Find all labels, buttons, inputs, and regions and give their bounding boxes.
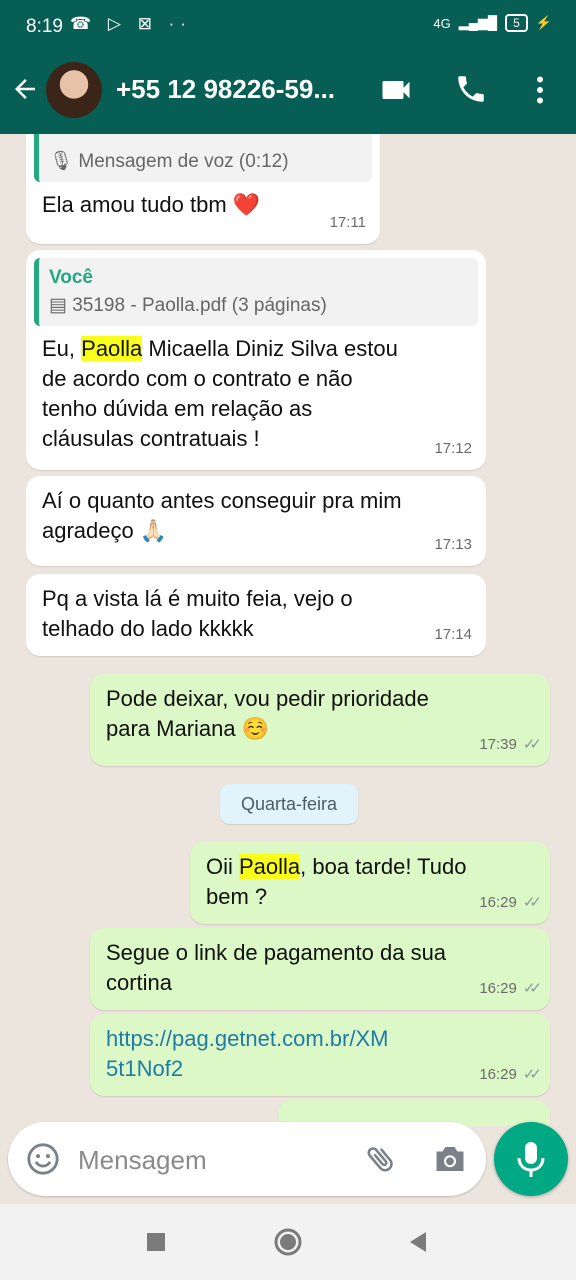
message-bubble-outgoing[interactable]: https://pag.getnet.com.br/XM5t1Nof2 16:2… (90, 1014, 550, 1096)
message-time: 17:14 (434, 626, 472, 643)
status-bar: 8:19 ☎ ▷ ⊠ ·· 4G ▂▄▆█ 5 ⚡ (0, 0, 576, 56)
network-label: 4G (433, 15, 451, 31)
day-divider: Quarta-feira (220, 784, 358, 824)
battery-icon: 5 (505, 14, 528, 32)
message-time: 16:29 (479, 980, 517, 997)
message-bubble[interactable]: Você ▤ 35198 - Paolla.pdf (3 páginas) Eu… (26, 250, 486, 470)
message-time: 16:29 (479, 894, 517, 911)
message-bubble[interactable]: Pq a vista lá é muito feia, vejo o telha… (26, 574, 486, 656)
contact-name[interactable]: +55 12 98226-59... (116, 74, 335, 105)
message-time: 17:39 (479, 736, 517, 753)
signal-icon: ▂▄▆█ (458, 15, 498, 30)
message-text: Aí o quanto antes conseguir pra mim agra… (42, 488, 402, 543)
quoted-voice-label: Mensagem de voz (0:12) (78, 151, 289, 172)
highlighted-name: Paolla (81, 336, 143, 361)
message-time: 17:13 (434, 536, 472, 553)
quoted-message[interactable]: Você ▤ 35198 - Paolla.pdf (3 páginas) (34, 258, 478, 326)
double-check-icon: ✓✓ (522, 736, 542, 753)
message-list[interactable]: 🎙 Mensagem de voz (0:12) Ela amou tudo t… (0, 134, 576, 1126)
quoted-author (49, 134, 362, 148)
message-text: Pq a vista lá é muito feia, vejo o telha… (42, 586, 353, 641)
payment-link[interactable]: https://pag.getnet.com.br/XM5t1Nof2 (106, 1024, 534, 1084)
mic-small-icon: 🎙 (49, 151, 74, 172)
video-call-icon[interactable] (378, 72, 418, 112)
back-arrow-icon[interactable] (10, 74, 40, 111)
nav-home-icon[interactable] (272, 1226, 304, 1258)
message-time: 17:12 (434, 440, 472, 457)
emoji-icon[interactable] (26, 1142, 60, 1176)
status-notification-icons: ☎ ▷ ⊠ ·· (70, 14, 192, 33)
quoted-message[interactable]: 🎙 Mensagem de voz (0:12) (34, 134, 372, 182)
chat-header: +55 12 98226-59... (0, 56, 576, 134)
camera-icon[interactable] (432, 1142, 470, 1176)
message-time: 16:29 (479, 1066, 517, 1083)
message-bubble-outgoing[interactable]: Segue o link de pagamento da sua cortina… (90, 928, 550, 1010)
message-composer (8, 1122, 486, 1196)
quoted-document-label: 35198 - Paolla.pdf (3 páginas) (72, 295, 327, 316)
nav-back-icon[interactable] (402, 1226, 434, 1258)
mic-button[interactable] (494, 1122, 568, 1196)
double-check-icon: ✓✓ (522, 894, 542, 911)
status-time: 8:19 (26, 16, 63, 37)
message-bubble[interactable]: 🎙 Mensagem de voz (0:12) Ela amou tudo t… (26, 134, 380, 244)
message-text: Ela amou tudo tbm ❤️ (42, 192, 261, 217)
message-input[interactable] (76, 1140, 340, 1180)
message-text: Segue o link de pagamento da sua cortina (106, 940, 447, 995)
quoted-author: Você (49, 267, 94, 288)
system-nav-bar (0, 1204, 576, 1280)
status-right: 4G ▂▄▆█ 5 ⚡ (433, 14, 552, 32)
attach-icon[interactable] (364, 1142, 398, 1176)
phone-icon[interactable] (454, 72, 494, 112)
highlighted-name: Paolla (239, 854, 301, 879)
mic-icon (517, 1142, 545, 1177)
double-check-icon: ✓✓ (522, 980, 542, 997)
document-icon: ▤ (49, 295, 67, 316)
charging-icon: ⚡ (535, 15, 552, 30)
message-time: 17:11 (329, 214, 366, 231)
double-check-icon: ✓✓ (522, 1066, 542, 1083)
nav-recents-icon[interactable] (140, 1226, 172, 1258)
message-bubble-outgoing[interactable]: Oii Paolla, boa tarde! Tudo bem ? 16:29 ✓… (190, 842, 550, 924)
message-text: Eu, Paolla Micaella Diniz Silva estou de… (42, 336, 398, 451)
avatar[interactable] (46, 62, 102, 118)
message-bubble[interactable]: Aí o quanto antes conseguir pra mim agra… (26, 476, 486, 566)
more-vert-icon[interactable] (522, 72, 562, 112)
message-bubble-outgoing[interactable]: Pode deixar, vou pedir prioridade para M… (90, 674, 550, 766)
message-text: Pode deixar, vou pedir prioridade para M… (106, 686, 429, 741)
